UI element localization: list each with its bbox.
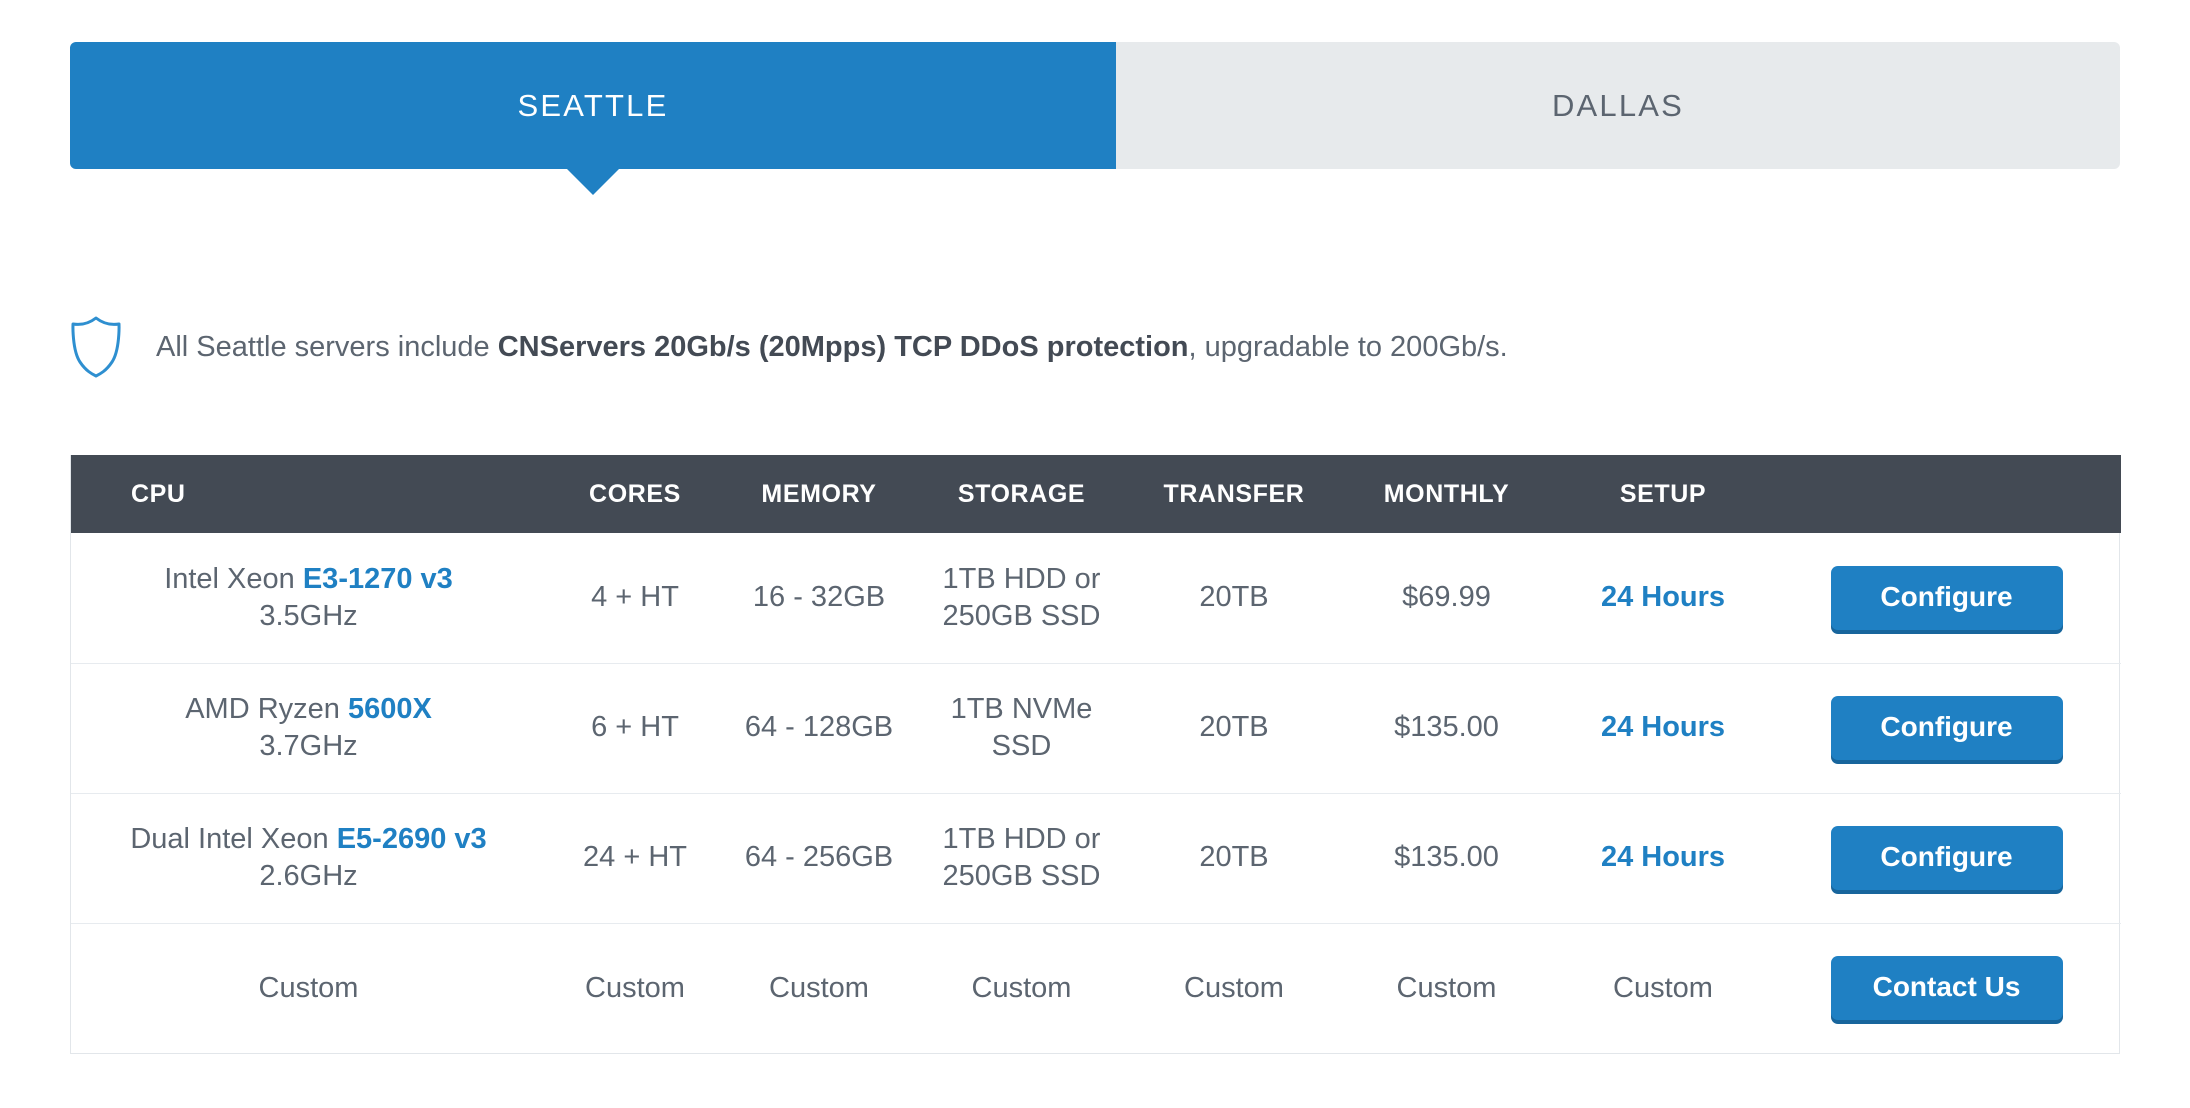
server-plans-table: CPU CORES MEMORY STORAGE TRANSFER MONTHL… [71,455,2121,1053]
contact-us-button[interactable]: Contact Us [1830,956,2063,1021]
tab-dallas-label: DALLAS [1551,87,1685,123]
cell-setup: Custom [1554,922,1772,1053]
header-transfer: TRANSFER [1129,455,1339,533]
cell-cores: 4 + HT [591,581,679,614]
location-tab-list: SEATTLE DALLAS [70,42,2120,195]
cell-transfer: 20TB [1199,581,1269,614]
server-plans-table-wrapper: CPU CORES MEMORY STORAGE TRANSFER MONTHL… [70,455,2121,1054]
location-tabs: SEATTLE DALLAS [70,42,2120,195]
cell-action: Contact Us [1772,922,2121,1053]
cell-cpu: Dual Intel Xeon E5-2690 v3 2.6GHz [71,792,546,923]
ddos-protection-notice: All Seattle servers include CNServers 20… [70,312,1508,382]
setup-value: 24 Hours [1600,711,1726,744]
cell-storage: 1TB HDD or 250GB SSD [914,792,1129,923]
notice-suffix: , upgradable to 200Gb/s. [1188,330,1508,363]
cell-memory: 16 - 32GB [752,581,886,614]
table-header-row: CPU CORES MEMORY STORAGE TRANSFER MONTHL… [71,455,2121,533]
cell-monthly: $135.00 [1339,792,1554,923]
configure-button[interactable]: Configure [1830,696,2063,760]
notice-bold: CNServers 20Gb/s (20Mpps) TCP DDoS prote… [497,330,1189,363]
tab-seattle[interactable]: SEATTLE [70,42,1116,195]
cpu-brand: Dual Intel Xeon [130,822,337,855]
cell-action: Configure [1772,792,2121,923]
configure-button[interactable]: Configure [1830,565,2063,630]
cell-cores: Custom [546,922,724,1053]
cell-transfer: 20TB [1129,662,1339,793]
table-row: Intel Xeon E3-1270 v3 3.5GHz 4 + HT 16 -… [71,533,2121,663]
cpu-model: E5-2690 v3 [336,822,487,855]
cell-transfer: Custom [1129,922,1339,1053]
cell-storage: Custom [914,922,1129,1053]
header-storage: STORAGE [914,455,1129,533]
header-action [1772,455,2121,533]
cpu-speed: 3.7GHz [259,730,358,762]
cell-cpu: Custom [71,922,546,1053]
table-row: AMD Ryzen 5600X 3.7GHz 6 + HT 64 - 128GB… [71,662,2121,793]
header-monthly: MONTHLY [1339,455,1554,533]
cell-setup: 24 Hours [1554,662,1772,793]
cpu-speed: 2.6GHz [259,860,358,892]
header-setup: SETUP [1554,455,1772,533]
cpu-model: E3-1270 v3 [302,562,453,595]
setup-value: 24 Hours [1600,581,1726,614]
setup-value: 24 Hours [1600,841,1726,874]
tab-seattle-label: SEATTLE [517,87,669,123]
table-body: Intel Xeon E3-1270 v3 3.5GHz 4 + HT 16 -… [71,533,2121,1053]
cell-cores: 6 + HT [546,662,724,793]
cell-cpu: Intel Xeon E3-1270 v3 3.5GHz [71,533,546,663]
cell-monthly: Custom [1339,922,1554,1053]
header-memory: MEMORY [724,455,914,533]
cell-action: Configure [1772,533,2121,663]
cell-memory: 64 - 128GB [724,662,914,793]
cell-cpu: AMD Ryzen 5600X 3.7GHz [71,662,546,793]
header-cpu: CPU [71,455,546,533]
cell-setup: 24 Hours [1554,792,1772,923]
active-tab-pointer-icon [566,168,620,195]
cell-action: Configure [1772,662,2121,793]
cell-storage: 1TB NVMe SSD [914,662,1129,793]
cell-monthly: $69.99 [1402,581,1491,614]
cell-monthly: $135.00 [1339,662,1554,793]
configure-button[interactable]: Configure [1830,826,2063,890]
server-plans-page: SEATTLE DALLAS All Seattle servers inclu… [0,0,2190,1108]
ddos-notice-text: All Seattle servers include CNServers 20… [156,330,1508,365]
table-header: CPU CORES MEMORY STORAGE TRANSFER MONTHL… [71,455,2121,533]
header-cores: CORES [546,455,724,533]
cpu-model: 5600X [347,692,432,725]
cpu-brand: Intel Xeon [164,562,303,595]
table-row: Custom Custom Custom Custom Custom Custo… [71,922,2121,1053]
cell-setup: 24 Hours [1554,533,1772,663]
table-row: Dual Intel Xeon E5-2690 v3 2.6GHz 24 + H… [71,792,2121,923]
cell-cores: 24 + HT [546,792,724,923]
cell-memory: 64 - 256GB [724,792,914,923]
cpu-brand: AMD Ryzen [185,692,348,725]
cell-memory: Custom [724,922,914,1053]
tab-dallas[interactable]: DALLAS [1116,42,2120,169]
cell-storage: 1TB HDD or 250GB SSD [942,562,1101,632]
cell-transfer: 20TB [1129,792,1339,923]
cpu-speed: 3.5GHz [259,599,358,632]
notice-prefix: All Seattle servers include [156,330,498,363]
shield-icon [71,316,121,378]
